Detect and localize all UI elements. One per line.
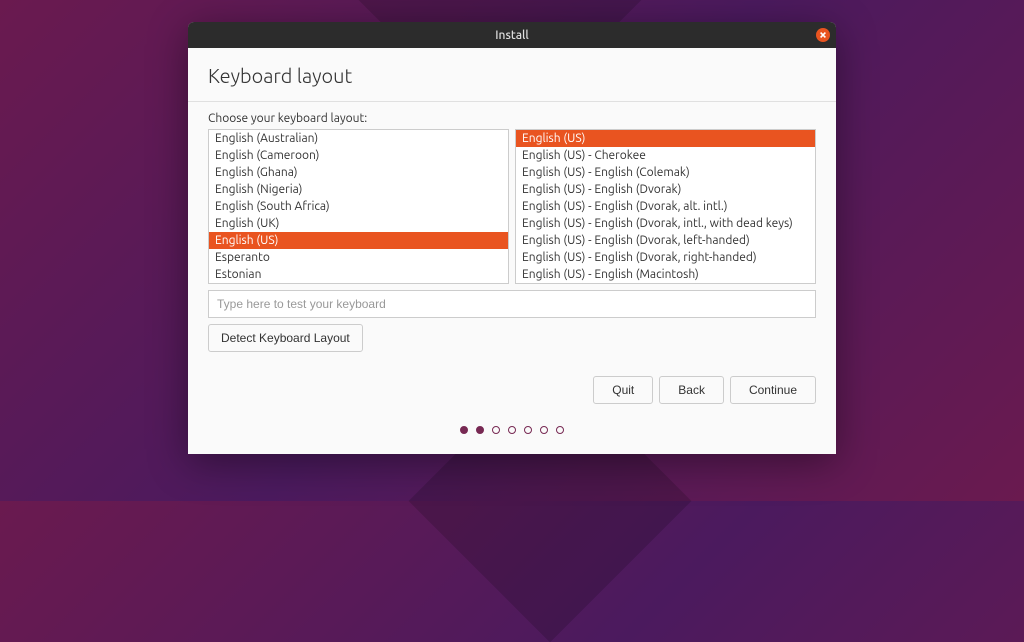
progress-dot [460, 426, 468, 434]
content-area: Keyboard layout Choose your keyboard lay… [188, 48, 836, 446]
list-item[interactable]: English (Ghana) [209, 164, 508, 181]
window-title: Install [495, 29, 529, 42]
progress-dot [476, 426, 484, 434]
list-item[interactable]: English (US) [516, 130, 815, 147]
continue-button[interactable]: Continue [730, 376, 816, 404]
language-listbox[interactable]: English (Australian)English (Cameroon)En… [208, 129, 509, 284]
progress-dot [540, 426, 548, 434]
list-item[interactable]: Estonian [209, 266, 508, 283]
titlebar: Install [188, 22, 836, 48]
back-button[interactable]: Back [659, 376, 724, 404]
close-button[interactable] [816, 28, 830, 42]
close-icon [819, 31, 827, 39]
list-item[interactable]: English (Cameroon) [209, 147, 508, 164]
list-item[interactable]: English (US) - English (Macintosh) [516, 266, 815, 283]
progress-dot [524, 426, 532, 434]
list-item[interactable]: English (South Africa) [209, 198, 508, 215]
quit-button[interactable]: Quit [593, 376, 653, 404]
progress-dot [508, 426, 516, 434]
list-item[interactable]: Faroese [209, 283, 508, 284]
page-title: Keyboard layout [208, 64, 816, 87]
list-item[interactable]: English (UK) [209, 215, 508, 232]
installer-window: Install Keyboard layout Choose your keyb… [188, 22, 836, 454]
list-item[interactable]: English (US) - English (Dvorak) [516, 181, 815, 198]
progress-dot [492, 426, 500, 434]
list-item[interactable]: English (Australian) [209, 130, 508, 147]
progress-dots [208, 426, 816, 434]
list-item[interactable]: English (US) [209, 232, 508, 249]
layout-lists: English (Australian)English (Cameroon)En… [208, 129, 816, 284]
list-item[interactable]: English (US) - English (Dvorak, intl., w… [516, 215, 815, 232]
list-item[interactable]: English (US) - English (Norman) [516, 283, 815, 284]
detect-layout-button[interactable]: Detect Keyboard Layout [208, 324, 363, 352]
list-item[interactable]: English (US) - English (Colemak) [516, 164, 815, 181]
list-item[interactable]: English (US) - Cherokee [516, 147, 815, 164]
list-item[interactable]: Esperanto [209, 249, 508, 266]
prompt-label: Choose your keyboard layout: [208, 112, 816, 125]
progress-dot [556, 426, 564, 434]
variant-listbox[interactable]: English (US)English (US) - CherokeeEngli… [515, 129, 816, 284]
list-item[interactable]: English (US) - English (Dvorak, left-han… [516, 232, 815, 249]
footer-buttons: Quit Back Continue [208, 376, 816, 404]
divider [188, 101, 836, 102]
test-keyboard-input[interactable] [208, 290, 816, 318]
list-item[interactable]: English (Nigeria) [209, 181, 508, 198]
list-item[interactable]: English (US) - English (Dvorak, alt. int… [516, 198, 815, 215]
list-item[interactable]: English (US) - English (Dvorak, right-ha… [516, 249, 815, 266]
